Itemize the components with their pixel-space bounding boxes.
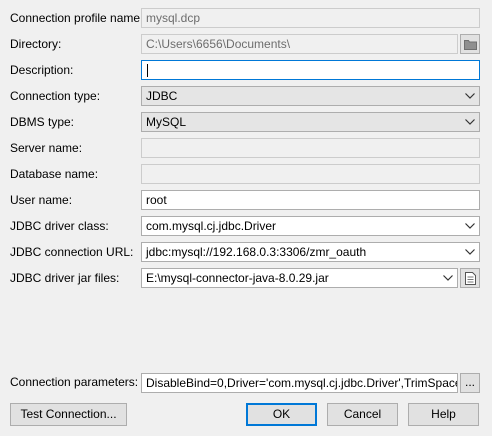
directory-field: C:\Users\6656\Documents\ (141, 34, 458, 54)
chevron-down-icon (443, 275, 453, 281)
jar-files-browse-button[interactable] (460, 268, 480, 288)
description-label: Description: (10, 63, 74, 77)
chevron-down-icon (465, 93, 475, 99)
chevron-down-icon (465, 119, 475, 125)
connection-type-label: Connection type: (10, 89, 101, 103)
text-caret (147, 64, 148, 78)
connection-parameters-field[interactable]: DisableBind=0,Driver='com.mysql.cj.jdbc.… (141, 373, 458, 393)
test-connection-button[interactable]: Test Connection... (10, 403, 127, 426)
jdbc-driver-class-value: com.mysql.cj.jdbc.Driver (146, 219, 277, 233)
jdbc-connection-url-select[interactable]: jdbc:mysql://192.168.0.3:3306/zmr_oauth (141, 242, 480, 262)
profile-name-field: mysql.dcp (141, 8, 480, 28)
user-name-field[interactable]: root (141, 190, 480, 210)
jdbc-driver-class-label: JDBC driver class: (10, 219, 109, 233)
description-field[interactable] (141, 60, 480, 80)
document-icon (465, 272, 476, 288)
dbms-type-select[interactable]: MySQL (141, 112, 480, 132)
user-name-label: User name: (10, 193, 73, 207)
chevron-down-icon (465, 223, 475, 229)
connection-parameters-browse-button[interactable]: ... (460, 373, 480, 393)
jdbc-driver-jar-files-value: E:\mysql-connector-java-8.0.29.jar (146, 271, 329, 285)
database-name-field (141, 164, 480, 184)
cancel-button[interactable]: Cancel (327, 403, 398, 426)
ok-button[interactable]: OK (246, 403, 317, 426)
database-name-label: Database name: (10, 167, 99, 181)
chevron-down-icon (465, 249, 475, 255)
folder-icon (464, 39, 477, 53)
help-button[interactable]: Help (408, 403, 479, 426)
connection-type-select[interactable]: JDBC (141, 86, 480, 106)
directory-browse-button[interactable] (460, 34, 480, 54)
dbms-type-label: DBMS type: (10, 115, 75, 129)
connection-type-value: JDBC (146, 89, 178, 103)
server-name-field (141, 138, 480, 158)
jdbc-connection-url-label: JDBC connection URL: (10, 245, 134, 259)
jdbc-driver-jar-files-label: JDBC driver jar files: (10, 271, 120, 285)
jdbc-connection-url-value: jdbc:mysql://192.168.0.3:3306/zmr_oauth (146, 245, 367, 259)
jdbc-driver-jar-files-select[interactable]: E:\mysql-connector-java-8.0.29.jar (141, 268, 458, 288)
server-name-label: Server name: (10, 141, 83, 155)
jdbc-driver-class-select[interactable]: com.mysql.cj.jdbc.Driver (141, 216, 480, 236)
profile-name-label: Connection profile name: (10, 11, 144, 25)
connection-parameters-label: Connection parameters: (10, 375, 139, 389)
dbms-type-value: MySQL (146, 115, 187, 129)
directory-label: Directory: (10, 37, 62, 51)
